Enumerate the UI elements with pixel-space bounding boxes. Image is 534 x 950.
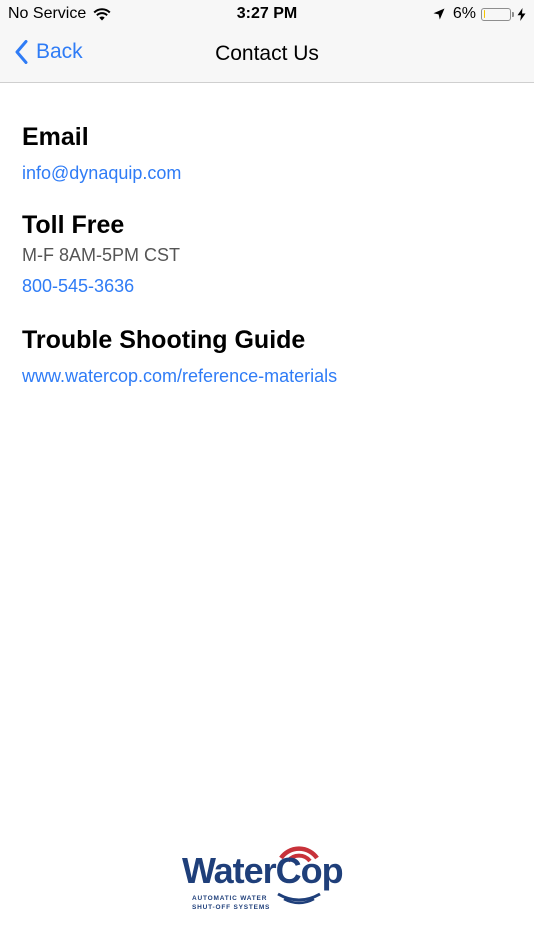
toll-free-section: Toll Free M-F 8AM-5PM CST 800-545-3636 <box>22 208 512 299</box>
battery-icon <box>481 7 514 21</box>
watercop-logo: WaterCop AUTOMATIC WATER SHUT-OFF SYSTEM… <box>182 836 357 914</box>
contact-list: Email info@dynaquip.com Toll Free M-F 8A… <box>22 120 512 389</box>
location-arrow-icon <box>433 8 445 20</box>
phone-link[interactable]: 800-545-3636 <box>22 273 512 299</box>
email-link[interactable]: info@dynaquip.com <box>22 160 512 186</box>
battery-percent: 6% <box>452 5 476 22</box>
charging-bolt-icon <box>517 7 526 21</box>
guide-heading: Trouble Shooting Guide <box>22 326 306 354</box>
battery-level <box>483 10 485 18</box>
logo-tagline: AUTOMATIC WATER SHUT-OFF SYSTEMS <box>192 894 270 912</box>
logo-tagline-line1: AUTOMATIC WATER <box>192 895 268 902</box>
guide-section: Trouble Shooting Guide www.watercop.com/… <box>22 323 512 389</box>
toll-free-heading: Toll Free <box>22 211 125 239</box>
logo-tagline-line2: SHUT-OFF SYSTEMS <box>192 904 271 911</box>
business-hours: M-F 8AM-5PM CST <box>22 245 181 265</box>
navigation-bar: Back Contact Us <box>0 28 534 83</box>
email-section: Email info@dynaquip.com <box>22 120 512 186</box>
status-bar: No Service 3:27 PM 6% <box>0 0 534 28</box>
email-heading: Email <box>22 123 89 151</box>
guide-link[interactable]: www.watercop.com/reference-materials <box>22 363 512 389</box>
status-right: 6% <box>433 5 526 23</box>
page-title: Contact Us <box>215 42 319 65</box>
logo-wordmark: WaterCop <box>182 850 344 891</box>
